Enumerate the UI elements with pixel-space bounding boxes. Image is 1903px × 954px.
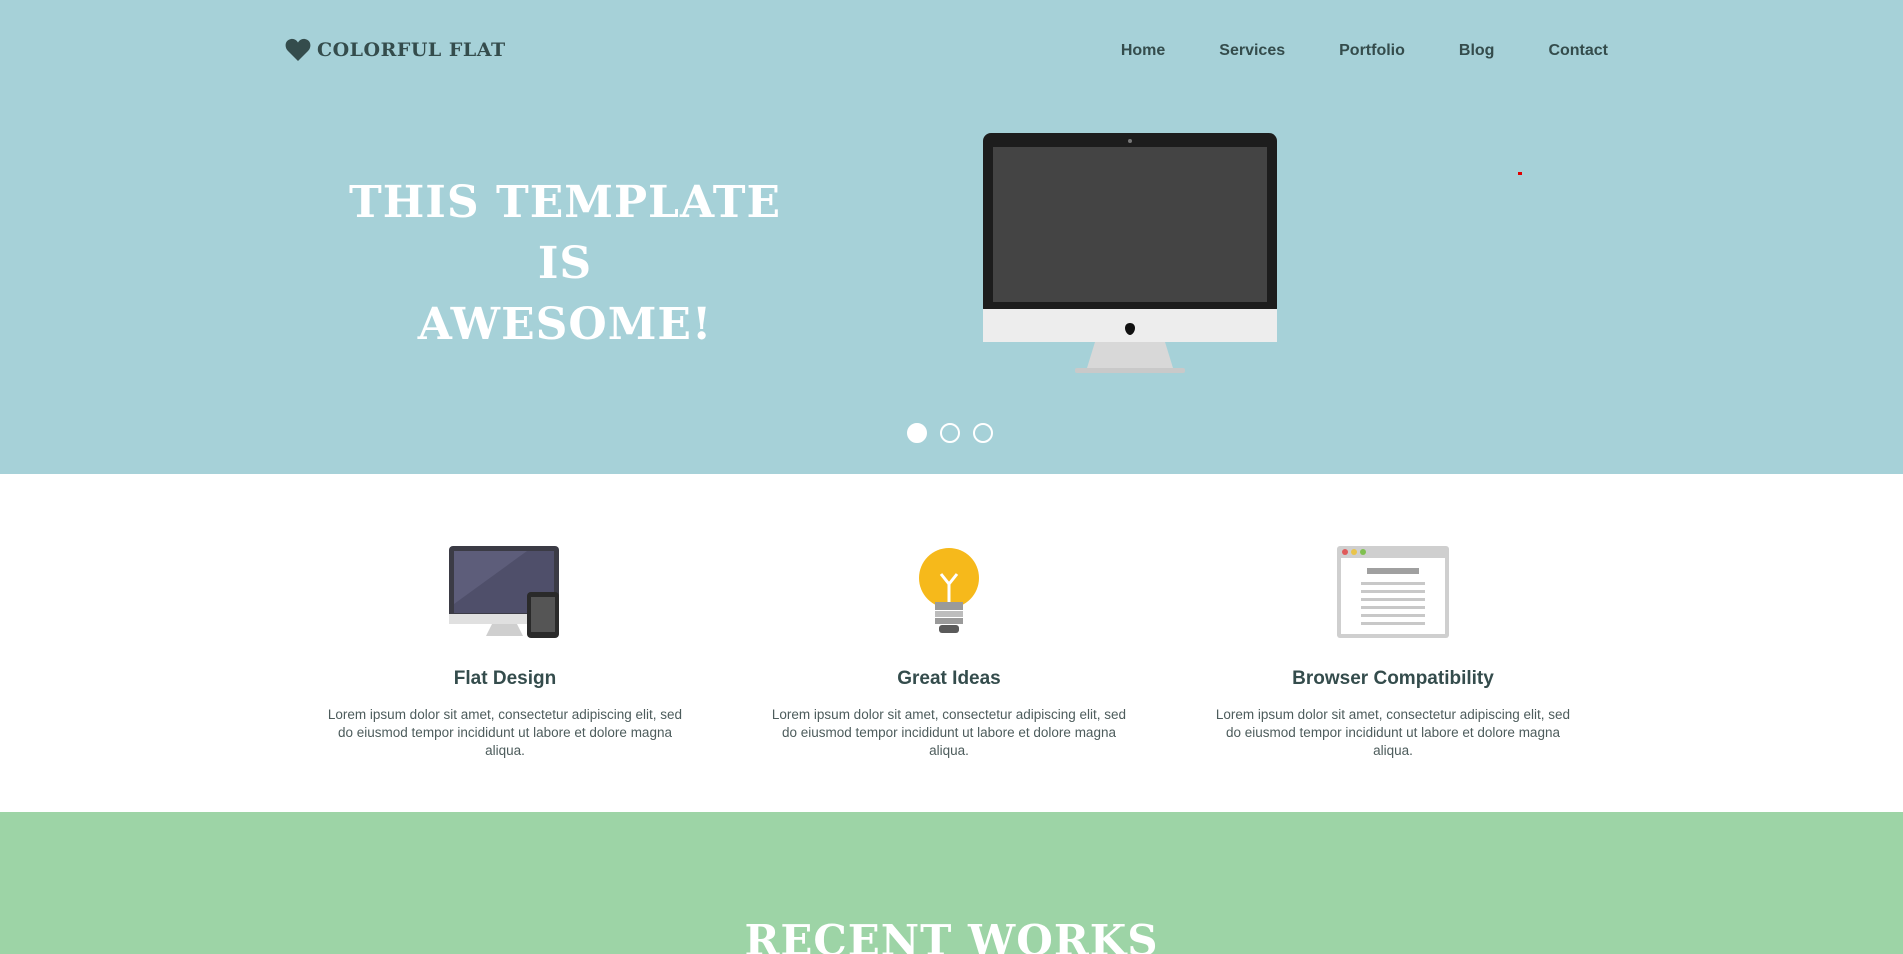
feature-text: Lorem ipsum dolor sit amet, consectetur …	[1215, 707, 1571, 758]
feature-text: Lorem ipsum dolor sit amet, consectetur …	[327, 707, 683, 758]
recent-works-title: RECENT WORKS	[744, 916, 1159, 954]
hero-title-line2: AWESOME!	[417, 299, 713, 350]
nav-services[interactable]: Services	[1219, 42, 1285, 60]
lightbulb-icon	[919, 548, 979, 633]
features-section: Flat Design Lorem ipsum dolor sit amet, …	[0, 474, 1903, 812]
heart-icon	[285, 38, 311, 61]
hero-title-line1: THIS TEMPLATE IS	[348, 177, 781, 289]
brand-logo[interactable]: COLORFUL FLAT	[285, 38, 506, 62]
recent-works-section: RECENT WORKS	[0, 812, 1903, 954]
feature-text: Lorem ipsum dolor sit amet, consectetur …	[771, 707, 1127, 758]
nav-portfolio[interactable]: Portfolio	[1339, 42, 1405, 60]
feature-title: Browser Compatibility	[1292, 668, 1494, 689]
feature-title: Great Ideas	[897, 668, 1001, 689]
nav-blog[interactable]: Blog	[1459, 42, 1495, 60]
navbar: COLORFUL FLAT Home Services Portfolio Bl…	[0, 0, 1903, 104]
slider-dot-1[interactable]	[907, 423, 927, 443]
browser-window-icon	[1337, 546, 1449, 638]
brand-name: COLORFUL FLAT	[317, 39, 506, 61]
devices-icon	[449, 546, 559, 638]
slider-dot-3[interactable]	[973, 423, 993, 443]
imac-icon	[983, 133, 1277, 380]
slider-dot-2[interactable]	[940, 423, 960, 443]
hero-title: THIS TEMPLATE IS AWESOME!	[330, 172, 800, 355]
hero-section: COLORFUL FLAT Home Services Portfolio Bl…	[0, 0, 1903, 474]
feature-browser-compatibility: Browser Compatibility Lorem ipsum dolor …	[1203, 474, 1583, 760]
main-nav: Home Services Portfolio Blog Contact	[1067, 42, 1608, 60]
feature-flat-design: Flat Design Lorem ipsum dolor sit amet, …	[315, 474, 695, 760]
nav-contact[interactable]: Contact	[1548, 42, 1608, 60]
feature-great-ideas: Great Ideas Lorem ipsum dolor sit amet, …	[759, 474, 1139, 760]
red-marker	[1518, 172, 1522, 175]
feature-title: Flat Design	[453, 668, 557, 689]
slider-dots	[907, 423, 1006, 443]
nav-home[interactable]: Home	[1121, 42, 1165, 60]
